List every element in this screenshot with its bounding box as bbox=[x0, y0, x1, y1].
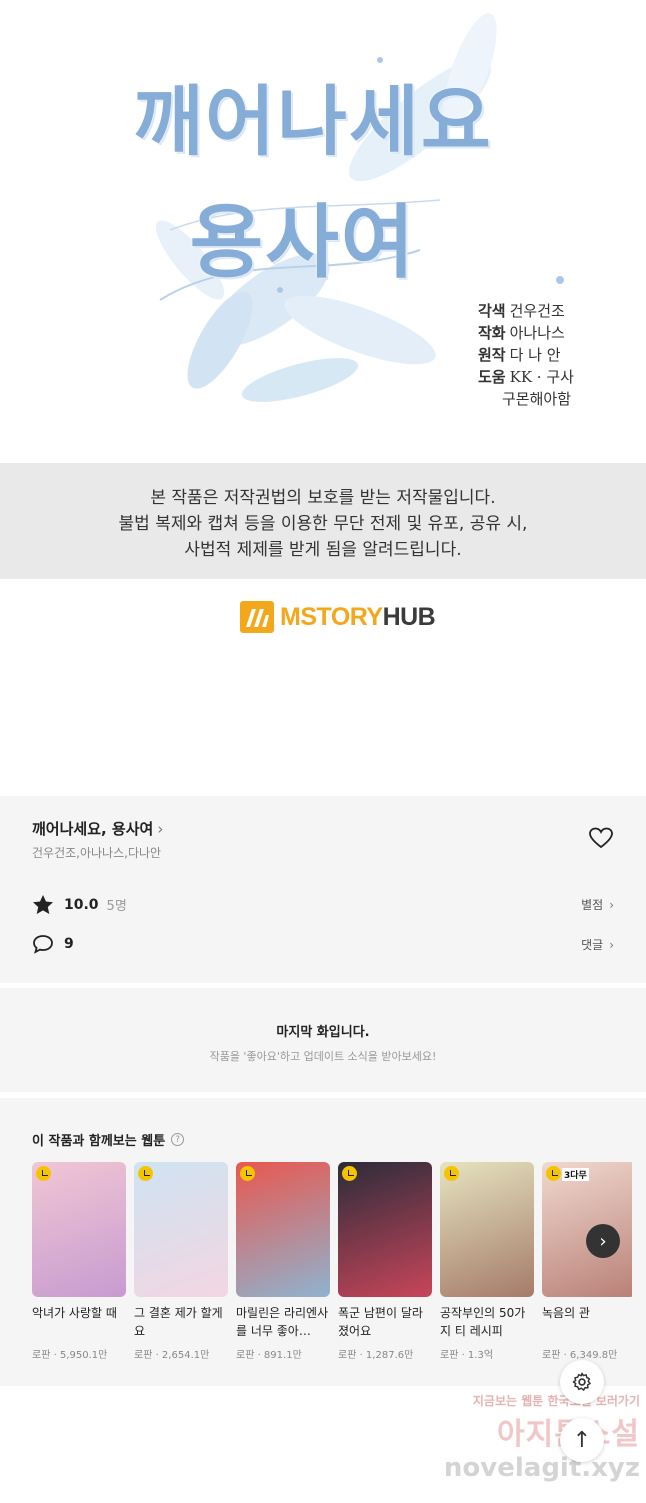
credit-row: 각색 건우건조 bbox=[478, 300, 574, 322]
recommendation-thumbnail[interactable] bbox=[440, 1162, 534, 1297]
comment-link[interactable]: 댓글 › bbox=[581, 936, 614, 953]
series-title-link[interactable]: 깨어나세요, 용사여 › bbox=[32, 818, 163, 839]
series-info: 깨어나세요, 용사여 › 건우건조,아나나스,다나안 10.0 5명 별점 › … bbox=[0, 796, 646, 983]
logo-mark-icon bbox=[240, 601, 274, 633]
recommendation-title[interactable]: 녹음의 관 bbox=[542, 1304, 632, 1340]
gear-icon bbox=[572, 1372, 591, 1391]
credit-extra: 구몬해아함 bbox=[502, 390, 572, 408]
settings-button[interactable] bbox=[560, 1360, 604, 1404]
credit-name: KK · 구사 bbox=[509, 368, 574, 386]
chevron-right-icon: › bbox=[157, 819, 164, 838]
recommendation-card[interactable]: 공작부인의 50가지 티 레시피로판 · 1.3억 bbox=[440, 1162, 534, 1361]
recommendation-title[interactable]: 마릴린은 라리엔사를 너무 좋아… bbox=[236, 1304, 330, 1340]
recommendation-tag: 3다무 bbox=[562, 1168, 589, 1181]
last-episode-subtitle: 작품을 '좋아요'하고 업데이트 소식을 받아보세요! bbox=[209, 1050, 437, 1063]
recommendation-meta: 로판 · 2,654.1만 bbox=[134, 1350, 210, 1361]
copyright-notice: 본 작품은 저작권법의 보호를 받는 저작물입니다. 불법 복제와 캡쳐 등을 … bbox=[0, 463, 646, 579]
cover-title-line2: 용사여 bbox=[189, 195, 417, 289]
recommendation-carousel: 악녀가 사랑할 때 로판 · 5,950.1만 그 결혼 제가 할게요 로판 · 2,… bbox=[32, 1162, 632, 1372]
chevron-right-icon[interactable]: › bbox=[586, 1224, 620, 1258]
watermark-line1: 지금보는 웹툰 한국소설 보러가기 bbox=[472, 1394, 640, 1408]
comment-link-label: 댓글 bbox=[581, 938, 604, 952]
question-icon[interactable]: ? bbox=[171, 1133, 185, 1146]
rating-count: 5명 bbox=[106, 899, 127, 914]
logo-part1: MSTORY bbox=[280, 602, 383, 631]
credit-row: 작화 아나나스 bbox=[478, 322, 574, 344]
recommendation-meta: 로판 · 6,349.8만 bbox=[542, 1350, 618, 1361]
recommendation-title[interactable]: 악녀가 사랑할 때 bbox=[32, 1304, 126, 1340]
credit-name: 건우건조 bbox=[509, 302, 565, 320]
recommendation-card[interactable]: 악녀가 사랑할 때로판 · 5,950.1만 bbox=[32, 1162, 126, 1361]
clock-icon bbox=[444, 1166, 459, 1181]
watermark-line2: 아지툰소설 bbox=[420, 1409, 640, 1453]
recommendation-card[interactable]: 폭군 남편이 달라졌어요로판 · 1,287.6만 bbox=[338, 1162, 432, 1361]
recommendation-meta: 로판 · 1,287.6만 bbox=[338, 1350, 414, 1361]
watermark-line3: novelagit.xyz bbox=[443, 1453, 640, 1483]
recommendation-card[interactable]: 3다무녹음의 관로판 · 6,349.8만 bbox=[542, 1162, 632, 1361]
credit-role: 각색 bbox=[478, 302, 506, 320]
scroll-top-button[interactable]: ↑ bbox=[560, 1418, 604, 1462]
chevron-right-icon: › bbox=[609, 937, 614, 952]
credit-role: 도움 bbox=[478, 368, 506, 386]
comment-count: 9 bbox=[64, 936, 74, 952]
rating-value: 10.0 bbox=[64, 896, 99, 913]
recommendation-title[interactable]: 폭군 남편이 달라졌어요 bbox=[338, 1304, 432, 1340]
last-episode-banner: 마지막 화입니다. 작품을 '좋아요'하고 업데이트 소식을 받아보세요! bbox=[0, 988, 646, 1092]
recommendation-thumbnail[interactable] bbox=[32, 1162, 126, 1297]
series-title: 깨어나세요, 용사여 bbox=[32, 820, 154, 838]
recommendation-thumbnail[interactable] bbox=[134, 1162, 228, 1297]
cover-title-line1: 깨어나세요 bbox=[133, 77, 493, 166]
recommendation-title[interactable]: 공작부인의 50가지 티 레시피 bbox=[440, 1304, 534, 1340]
recommendation-meta: 로판 · 1.3억 bbox=[440, 1350, 494, 1361]
recommendation-thumbnail[interactable] bbox=[236, 1162, 330, 1297]
recommendation-title[interactable]: 그 결혼 제가 할게요 bbox=[134, 1304, 228, 1340]
clock-icon bbox=[138, 1166, 153, 1181]
notice-line: 사법적 제제를 받게 됨을 알려드립니다. bbox=[184, 540, 462, 560]
heart-icon[interactable] bbox=[588, 826, 614, 850]
chevron-right-icon: › bbox=[609, 897, 614, 912]
clock-icon bbox=[240, 1166, 255, 1181]
clock-icon bbox=[342, 1166, 357, 1181]
series-authors: 건우건조,아나나스,다나안 bbox=[32, 846, 162, 860]
recommendation-meta: 로판 · 5,950.1만 bbox=[32, 1350, 108, 1361]
credit-name: 아나나스 bbox=[509, 324, 565, 342]
logo-wordmark: MSTORYHUB bbox=[280, 602, 436, 632]
rating-row: 10.0 5명 bbox=[32, 894, 127, 915]
recommendation-meta: 로판 · 891.1만 bbox=[236, 1350, 302, 1361]
notice-line: 본 작품은 저작권법의 보호를 받는 저작물입니다. bbox=[150, 488, 496, 508]
credit-role: 작화 bbox=[478, 324, 506, 342]
comment-icon bbox=[33, 935, 53, 954]
rating-link-label: 별점 bbox=[581, 898, 604, 912]
recommendation-card[interactable]: 마릴린은 라리엔사를 너무 좋아… 로판 · 891.1만 bbox=[236, 1162, 330, 1361]
recommendations-heading-text: 이 작품과 함께보는 웹툰 bbox=[32, 1134, 166, 1149]
credit-row: 도움 KK · 구사 bbox=[478, 366, 574, 388]
recommendation-card[interactable]: 그 결혼 제가 할게요로판 · 2,654.1만 bbox=[134, 1162, 228, 1361]
notice-line: 불법 복제와 캡쳐 등을 이용한 무단 전제 및 유포, 공유 시, bbox=[118, 514, 528, 534]
mstoryhub-logo: MSTORYHUB bbox=[240, 600, 436, 634]
arrow-up-icon: ↑ bbox=[572, 1427, 592, 1453]
recommendation-thumbnail[interactable]: 3다무 bbox=[542, 1162, 632, 1297]
comic-cover-panel: 깨어나세요 용사여 각색 건우건조 작화 아나나스 원작 다 나 안 도움 KK · 구… bbox=[0, 0, 646, 463]
watermark: 지금보는 웹툰 한국소설 보러가기 아지툰소설 novelagit.xyz bbox=[420, 1392, 640, 1483]
recommendations-section: 이 작품과 함께보는 웹툰 ? 악녀가 사랑할 때 로판 · 5,950.1만 그 … bbox=[0, 1098, 646, 1386]
recommendations-heading: 이 작품과 함께보는 웹툰 ? bbox=[32, 1130, 185, 1149]
credit-row: 원작 다 나 안 bbox=[478, 344, 574, 366]
clock-icon bbox=[36, 1166, 51, 1181]
logo-part2: HUB bbox=[382, 602, 436, 631]
comment-row: 9 bbox=[32, 934, 74, 954]
star-icon bbox=[33, 895, 53, 914]
credit-name: 다 나 안 bbox=[509, 346, 561, 364]
credit-role: 원작 bbox=[478, 346, 506, 364]
last-episode-title: 마지막 화입니다. bbox=[276, 1025, 370, 1040]
clock-icon bbox=[546, 1166, 561, 1181]
rating-link[interactable]: 별점 › bbox=[581, 896, 614, 913]
recommendation-thumbnail[interactable] bbox=[338, 1162, 432, 1297]
cover-credits: 각색 건우건조 작화 아나나스 원작 다 나 안 도움 KK · 구사 구몬해아함 bbox=[478, 300, 574, 410]
